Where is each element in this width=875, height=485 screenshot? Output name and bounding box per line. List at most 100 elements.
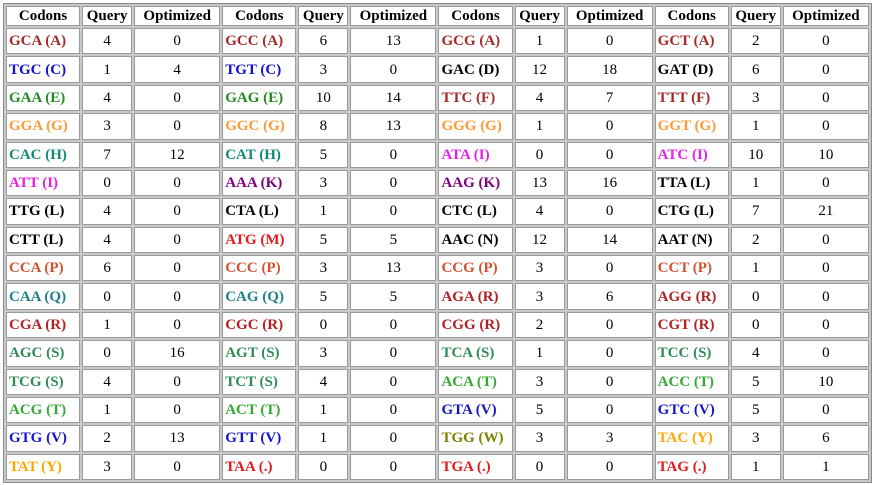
codon-cell: CTT (L) [6, 226, 81, 253]
codon-usage-table: Codons Query Optimized Codons Query Opti… [4, 4, 871, 482]
optimized-count-cell: 0 [134, 198, 221, 225]
codon-cell: CAT (H) [222, 141, 297, 168]
codon-cell: GTA (V) [438, 396, 513, 424]
optimized-count-cell: 0 [350, 340, 437, 367]
table-row: GTG (V) 2 13 GTT (V) 1 0 TGG (W) 3 3 TAC (Y) 3 6 [6, 425, 869, 452]
query-count-cell: 1 [82, 396, 133, 424]
query-count-cell: 3 [730, 84, 781, 112]
optimized-count-cell: 12 [134, 141, 221, 168]
optimized-count-cell: 1 [782, 453, 869, 480]
optimized-count-cell: 0 [350, 141, 437, 168]
optimized-count-cell: 13 [350, 28, 437, 55]
optimized-count-cell: 5 [350, 226, 437, 253]
table-row: ACG (T) 1 0 ACT (T) 1 0 GTA (V) 5 0 GTC (V) 5 0 [6, 396, 869, 424]
query-count-cell: 5 [514, 396, 565, 424]
query-count-cell: 1 [82, 56, 133, 83]
query-count-cell: 1 [730, 453, 781, 480]
codon-cell: ACA (T) [438, 368, 513, 395]
query-count-cell: 1 [514, 113, 565, 140]
query-count-cell: 7 [730, 198, 781, 225]
optimized-count-cell: 0 [134, 113, 221, 140]
query-count-cell: 0 [82, 283, 133, 310]
optimized-count-cell: 0 [782, 311, 869, 339]
optimized-count-cell: 0 [566, 141, 653, 168]
table-row: TTG (L) 4 0 CTA (L) 1 0 CTC (L) 4 0 CTG (L) 7 21 [6, 198, 869, 225]
query-count-cell: 0 [82, 340, 133, 367]
table-row: CAC (H) 7 12 CAT (H) 5 0 ATA (I) 0 0 ATC (I) 10 10 [6, 141, 869, 168]
codon-cell: CTC (L) [438, 198, 513, 225]
codon-cell: GAC (D) [438, 56, 513, 83]
codon-cell: AAG (K) [438, 169, 513, 197]
query-count-cell: 4 [514, 84, 565, 112]
header-codons: Codons [654, 6, 729, 26]
optimized-count-cell: 0 [134, 255, 221, 282]
optimized-count-cell: 0 [782, 283, 869, 310]
query-count-cell: 1 [730, 169, 781, 197]
query-count-cell: 4 [82, 84, 133, 112]
query-count-cell: 1 [298, 396, 349, 424]
query-count-cell: 4 [730, 340, 781, 367]
query-count-cell: 0 [730, 283, 781, 310]
optimized-count-cell: 16 [566, 169, 653, 197]
codon-cell: GCC (A) [222, 28, 297, 55]
optimized-count-cell: 0 [350, 198, 437, 225]
query-count-cell: 5 [298, 283, 349, 310]
query-count-cell: 1 [298, 198, 349, 225]
codon-cell: GCA (A) [6, 28, 81, 55]
codon-cell: GGT (G) [654, 113, 729, 140]
optimized-count-cell: 0 [566, 368, 653, 395]
optimized-count-cell: 0 [350, 453, 437, 480]
table-row: CTT (L) 4 0 ATG (M) 5 5 AAC (N) 12 14 AAT (N) 2 0 [6, 226, 869, 253]
codon-cell: TGG (W) [438, 425, 513, 452]
query-count-cell: 4 [514, 198, 565, 225]
codon-cell: TTA (L) [654, 169, 729, 197]
codon-cell: TTC (F) [438, 84, 513, 112]
header-optimized: Optimized [350, 6, 437, 26]
optimized-count-cell: 10 [782, 141, 869, 168]
optimized-count-cell: 0 [134, 283, 221, 310]
optimized-count-cell: 0 [134, 311, 221, 339]
codon-cell: TGT (C) [222, 56, 297, 83]
query-count-cell: 0 [514, 141, 565, 168]
codon-cell: GTT (V) [222, 425, 297, 452]
codon-cell: GTG (V) [6, 425, 81, 452]
query-count-cell: 3 [298, 340, 349, 367]
codon-cell: AGT (S) [222, 340, 297, 367]
codon-cell: TGC (C) [6, 56, 81, 83]
codon-cell: CAC (H) [6, 141, 81, 168]
optimized-count-cell: 0 [350, 425, 437, 452]
optimized-count-cell: 0 [782, 255, 869, 282]
query-count-cell: 6 [298, 28, 349, 55]
optimized-count-cell: 0 [566, 113, 653, 140]
optimized-count-cell: 16 [134, 340, 221, 367]
query-count-cell: 3 [82, 113, 133, 140]
codon-cell: AGC (S) [6, 340, 81, 367]
optimized-count-cell: 0 [134, 396, 221, 424]
optimized-count-cell: 13 [350, 113, 437, 140]
codon-cell: ATC (I) [654, 141, 729, 168]
query-count-cell: 5 [298, 141, 349, 168]
query-count-cell: 0 [298, 453, 349, 480]
codon-cell: GGA (G) [6, 113, 81, 140]
optimized-count-cell: 0 [782, 169, 869, 197]
optimized-count-cell: 0 [350, 56, 437, 83]
query-count-cell: 13 [514, 169, 565, 197]
optimized-count-cell: 0 [782, 113, 869, 140]
optimized-count-cell: 4 [134, 56, 221, 83]
codon-cell: TCC (S) [654, 340, 729, 367]
query-count-cell: 2 [730, 28, 781, 55]
query-count-cell: 2 [514, 311, 565, 339]
codon-cell: CGC (R) [222, 311, 297, 339]
optimized-count-cell: 0 [566, 396, 653, 424]
optimized-count-cell: 0 [350, 311, 437, 339]
codon-cell: ATA (I) [438, 141, 513, 168]
codon-cell: TCT (S) [222, 368, 297, 395]
codon-cell: AGG (R) [654, 283, 729, 310]
optimized-count-cell: 0 [134, 368, 221, 395]
codon-cell: TGA (.) [438, 453, 513, 480]
optimized-count-cell: 14 [566, 226, 653, 253]
optimized-count-cell: 6 [566, 283, 653, 310]
query-count-cell: 5 [730, 396, 781, 424]
query-count-cell: 3 [730, 425, 781, 452]
codon-cell: GAT (D) [654, 56, 729, 83]
